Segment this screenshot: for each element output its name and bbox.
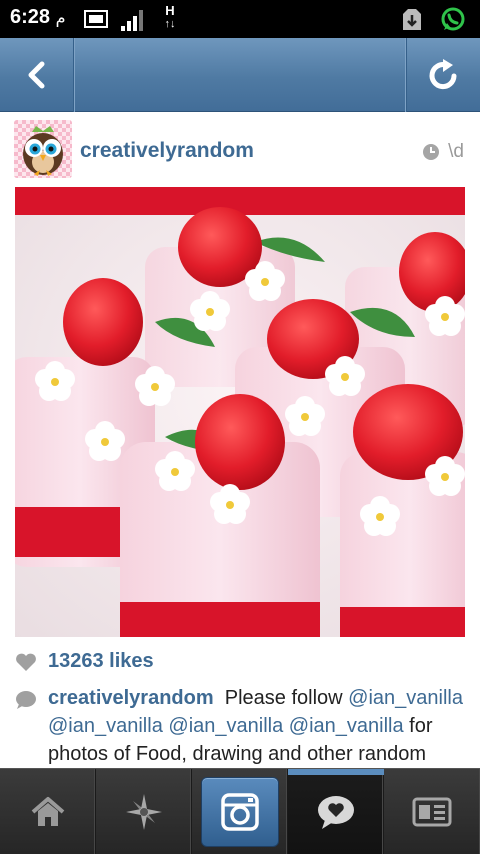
post-caption: creativelyrandom Please follow @ian_vani… — [48, 684, 468, 768]
network-label: H — [165, 3, 175, 18]
camera-icon — [220, 793, 259, 831]
mention-link[interactable]: @ian_vanilla — [168, 715, 283, 737]
user-avatar[interactable] — [14, 120, 72, 178]
tab-home[interactable] — [0, 769, 96, 854]
time-suffix: م — [55, 10, 66, 27]
action-bar — [0, 38, 480, 112]
refresh-button[interactable] — [406, 38, 480, 112]
mention-link[interactable]: @ian_vanilla — [48, 715, 163, 737]
heart-icon — [16, 653, 36, 671]
comment-bubble-icon — [16, 691, 36, 709]
post-username[interactable]: creativelyrandom — [80, 139, 254, 163]
status-bar: م 6:28 H ↑↓ — [0, 0, 480, 38]
explore-star-icon — [125, 794, 162, 830]
tab-profile[interactable] — [384, 769, 480, 854]
caption-intro: Please follow — [224, 687, 343, 709]
download-icon — [403, 9, 421, 30]
post-header: creativelyrandom \d — [0, 112, 480, 188]
news-bubble-icon — [317, 796, 354, 829]
refresh-icon — [429, 59, 456, 90]
whatsapp-icon — [441, 7, 465, 31]
post-time: \d — [422, 141, 464, 163]
owl-avatar-icon — [14, 120, 72, 178]
tab-explore[interactable] — [96, 769, 192, 854]
clock-icon — [423, 144, 440, 160]
bottom-tab-bar — [0, 768, 480, 854]
back-button[interactable] — [0, 38, 74, 112]
caption-username[interactable]: creativelyrandom — [48, 687, 214, 709]
status-time: م 6:28 — [10, 6, 66, 29]
time-value: 6:28 — [10, 6, 51, 28]
likes-count[interactable]: 13263 likes — [48, 650, 154, 673]
home-icon — [31, 797, 64, 826]
likes-row: 13263 likes — [0, 646, 480, 680]
mention-link[interactable]: @ian_vanilla — [348, 687, 463, 709]
tab-camera[interactable] — [192, 769, 288, 854]
tab-news[interactable] — [288, 769, 384, 854]
profile-card-icon — [412, 797, 452, 827]
screen-icon — [84, 10, 108, 28]
camera-button[interactable] — [200, 777, 279, 847]
signal-icon — [121, 10, 143, 31]
mention-link[interactable]: @ian_vanilla — [289, 715, 404, 737]
strawberry-cakes-image — [15, 187, 465, 637]
post-photo[interactable] — [15, 187, 465, 637]
time-ago: \d — [448, 141, 464, 162]
network-icon: H ↑↓ — [160, 4, 180, 34]
back-chevron-icon — [28, 61, 44, 89]
